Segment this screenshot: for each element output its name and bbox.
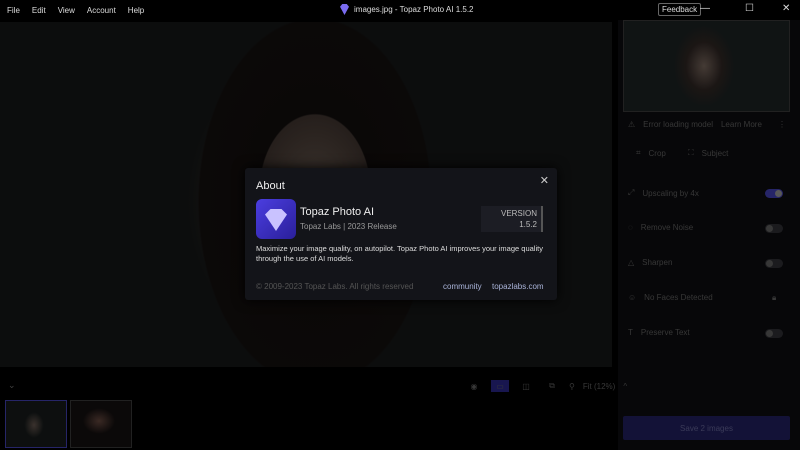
about-dialog: About ✕ Topaz Photo AI Topaz Labs | 2023… xyxy=(245,168,557,300)
feedback-button[interactable]: Feedback xyxy=(658,3,702,16)
menu-edit[interactable]: Edit xyxy=(32,6,46,15)
menu-account[interactable]: Account xyxy=(87,6,116,15)
menu-view[interactable]: View xyxy=(58,6,75,15)
community-link[interactable]: community xyxy=(443,282,482,291)
menu-help[interactable]: Help xyxy=(128,6,144,15)
close-icon[interactable]: ✕ xyxy=(540,174,549,187)
menu-file[interactable]: File xyxy=(7,6,20,15)
close-window-icon[interactable]: ✕ xyxy=(782,3,790,14)
app-icon xyxy=(256,199,296,239)
window-title-text: images.jpg - Topaz Photo AI 1.5.2 xyxy=(354,5,474,14)
version-box: VERSION 1.5.2 xyxy=(481,206,543,232)
product-subtitle: Topaz Labs | 2023 Release xyxy=(300,222,397,231)
website-link[interactable]: topazlabs.com xyxy=(492,282,544,291)
window-title: images.jpg - Topaz Photo AI 1.5.2 xyxy=(340,4,473,15)
copyright: © 2009-2023 Topaz Labs. All rights reser… xyxy=(256,282,414,291)
description: Maximize your image quality, on autopilo… xyxy=(256,244,543,263)
version-label: VERSION xyxy=(500,209,537,218)
product-name: Topaz Photo AI xyxy=(300,206,374,218)
app-logo-icon xyxy=(340,4,349,15)
dialog-title: About xyxy=(256,180,285,192)
maximize-icon[interactable]: ☐ xyxy=(745,3,754,14)
version-number: 1.5.2 xyxy=(519,220,537,229)
diamond-icon xyxy=(265,209,287,231)
menu-bar: File Edit View Account Help xyxy=(0,6,144,15)
minimize-icon[interactable]: — xyxy=(700,3,710,14)
title-bar: File Edit View Account Help images.jpg -… xyxy=(0,0,800,20)
